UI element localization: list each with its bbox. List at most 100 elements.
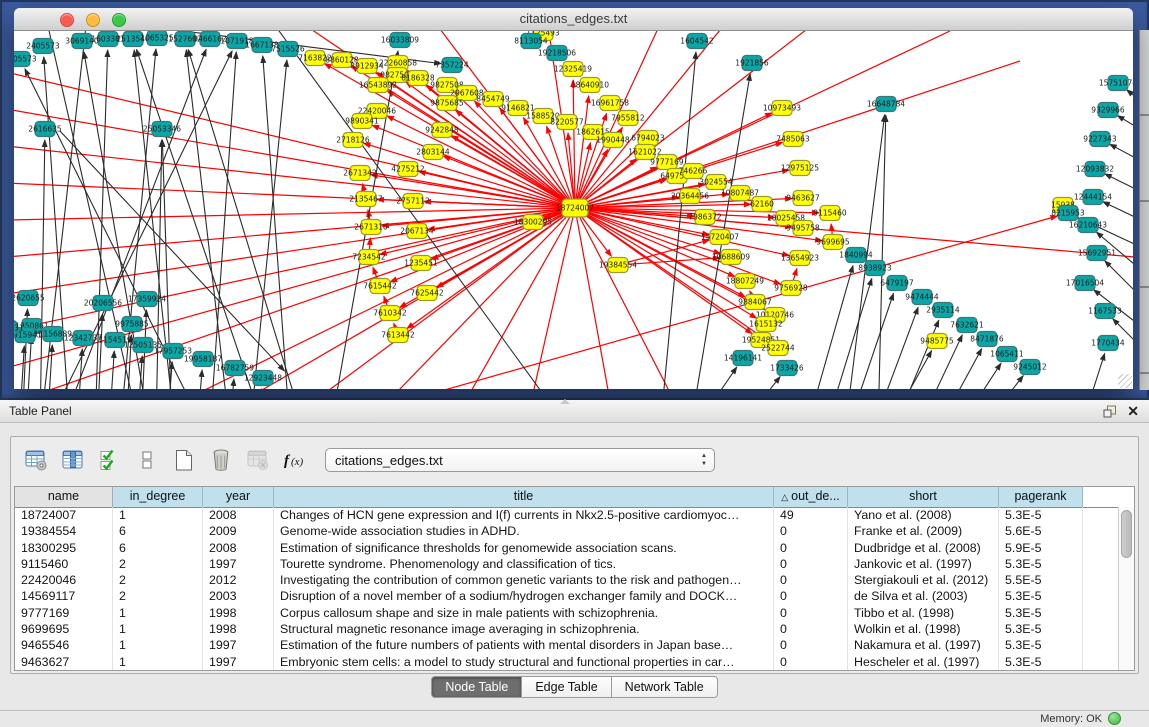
column-header-short[interactable]: short — [848, 487, 999, 507]
network-node[interactable]: 7613442 — [381, 328, 415, 343]
tab-network-table[interactable]: Network Table — [612, 676, 718, 698]
network-node[interactable]: 1065411 — [990, 347, 1024, 362]
network-node[interactable]: 2671342 — [343, 166, 377, 181]
table-row[interactable]: 946362711997Embryonic stem cells: a mode… — [15, 654, 1119, 670]
network-node[interactable]: 8113054 — [514, 34, 548, 49]
network-node[interactable]: 9242848 — [425, 123, 459, 138]
network-node[interactable]: 15751074 — [1099, 76, 1133, 91]
table-row[interactable]: 1830029562008Estimation of significance … — [15, 540, 1119, 556]
table-row[interactable]: 1872400712008Changes of HCN gene express… — [15, 507, 1119, 523]
network-node[interactable]: 10688609 — [712, 250, 750, 265]
column-header-in_degree[interactable]: in_degree — [113, 487, 203, 507]
table-options-button[interactable] — [23, 447, 49, 473]
network-window-titlebar[interactable]: citations_edges.txt — [14, 8, 1133, 31]
network-node[interactable]: 12975125 — [781, 161, 819, 176]
network-node[interactable]: 9756928 — [774, 281, 808, 296]
network-node[interactable]: 1990448 — [596, 133, 630, 148]
network-node[interactable]: 9474444 — [905, 290, 939, 305]
network-node[interactable]: 7955812 — [611, 111, 645, 126]
splitter-handle[interactable] — [560, 399, 570, 404]
network-node[interactable]: 1405573 — [14, 52, 37, 67]
network-node[interactable]: 7632621 — [950, 318, 984, 333]
network-node[interactable]: 9463627 — [786, 191, 820, 206]
column-header-year[interactable]: year — [203, 487, 274, 507]
network-node[interactable]: 9884067 — [738, 295, 772, 310]
network-node[interactable]: 9699695 — [816, 235, 850, 250]
network-node[interactable]: 12325419 — [554, 62, 592, 77]
network-node[interactable]: 7357224 — [435, 58, 469, 73]
network-node[interactable]: 8938923 — [858, 261, 892, 276]
network-node[interactable]: 14196141 — [724, 351, 762, 366]
column-header-name[interactable]: name — [15, 487, 113, 507]
network-node[interactable]: 9227343 — [1083, 132, 1117, 147]
network-node[interactable]: 2718126 — [336, 133, 370, 148]
table-row[interactable]: 977716911998Corpus callosum shape and si… — [15, 605, 1119, 621]
tab-node-table[interactable]: Node Table — [431, 676, 522, 698]
network-node[interactable]: 2405573 — [26, 39, 60, 54]
column-header-title[interactable]: title — [274, 487, 774, 507]
tab-edge-table[interactable]: Edge Table — [522, 676, 611, 698]
network-node[interactable]: 2135467 — [349, 192, 383, 207]
network-canvas[interactable]: 1872400771638228860128891293422260858982… — [14, 31, 1133, 389]
network-node[interactable]: 6479197 — [880, 276, 914, 291]
network-node[interactable]: 10973493 — [763, 101, 801, 116]
network-node[interactable]: 1604542 — [680, 34, 714, 49]
network-node[interactable]: 2522744 — [761, 341, 795, 356]
clear-selection-button[interactable] — [134, 447, 160, 473]
network-node[interactable]: 1921856 — [735, 56, 769, 71]
network-node[interactable]: 19218506 — [538, 46, 576, 61]
network-node[interactable]: 1235451 — [404, 256, 438, 271]
network-node[interactable]: 9485775 — [920, 334, 954, 349]
network-node[interactable]: 7610342 — [373, 306, 407, 321]
network-node[interactable]: 12342737 — [64, 331, 102, 346]
table-row[interactable]: 1938455462009Genome-wide association stu… — [15, 523, 1119, 539]
column-header-out_degree[interactable]: △out_de... — [774, 487, 848, 507]
new-table-button[interactable] — [171, 447, 197, 473]
network-node[interactable]: 7986372 — [688, 210, 722, 225]
network-node[interactable]: 9329966 — [1091, 103, 1125, 118]
network-node[interactable]: 16210643 — [1069, 218, 1107, 233]
function-builder-button[interactable]: f(x) — [282, 447, 308, 473]
network-node[interactable]: 746266 — [679, 164, 708, 179]
network-node[interactable]: 62160 — [750, 197, 774, 212]
network-node[interactable]: 17016504 — [1066, 276, 1104, 291]
network-node[interactable]: 3024554 — [699, 175, 733, 190]
network-node[interactable]: 16033809 — [381, 33, 419, 48]
delete-table-disabled-button[interactable] — [245, 447, 271, 473]
resize-grip[interactable] — [1118, 374, 1132, 388]
network-node[interactable]: 19384554 — [599, 258, 637, 273]
network-node[interactable]: 20206556 — [84, 296, 122, 311]
network-node[interactable]: 1770434 — [1091, 336, 1125, 351]
scrollbar-thumb[interactable] — [1121, 510, 1132, 558]
network-node[interactable]: 18807249 — [726, 274, 764, 289]
network-node[interactable]: 2620655 — [14, 291, 45, 306]
network-node[interactable]: 12093832 — [1076, 162, 1114, 177]
network-node[interactable]: 9495758 — [786, 221, 820, 236]
network-node[interactable]: 18640910 — [571, 78, 609, 93]
network-node[interactable]: 2671310 — [354, 220, 388, 235]
network-node[interactable]: 17359924 — [128, 292, 166, 307]
table-row[interactable]: 946554611997Estimation of the future num… — [15, 637, 1119, 653]
table-row[interactable]: 2242004622012Investigating the contribut… — [15, 572, 1119, 588]
table-selector-dropdown[interactable]: citations_edges.txt▲▼ — [325, 448, 715, 472]
network-node[interactable]: 12444154 — [1074, 190, 1112, 205]
network-node[interactable]: 15720407 — [701, 230, 739, 245]
column-header-pagerank[interactable]: pagerank — [999, 487, 1083, 507]
network-node[interactable]: 2935114 — [926, 303, 960, 318]
network-node[interactable]: 1167533 — [1088, 304, 1122, 319]
network-node[interactable]: 9875685 — [430, 96, 464, 111]
select-all-button[interactable] — [97, 447, 123, 473]
network-node[interactable]: 7615442 — [363, 279, 397, 294]
close-panel-icon[interactable]: ✕ — [1127, 400, 1139, 422]
network-node[interactable]: 15692951 — [1078, 246, 1116, 261]
network-node[interactable]: 4275212 — [391, 162, 425, 177]
network-node[interactable]: 12923448 — [244, 371, 282, 386]
network-node[interactable]: 9245012 — [1013, 360, 1047, 375]
table-row[interactable]: 911546021997Tourette syndrome. Phenomeno… — [15, 556, 1119, 572]
network-node[interactable]: 1733426 — [770, 361, 804, 376]
network-node[interactable]: 8471876 — [970, 332, 1004, 347]
select-columns-button[interactable] — [60, 447, 86, 473]
table-scrollbar[interactable] — [1118, 507, 1134, 670]
memory-status-icon[interactable] — [1108, 712, 1121, 725]
network-node[interactable]: 9115460 — [813, 206, 847, 221]
